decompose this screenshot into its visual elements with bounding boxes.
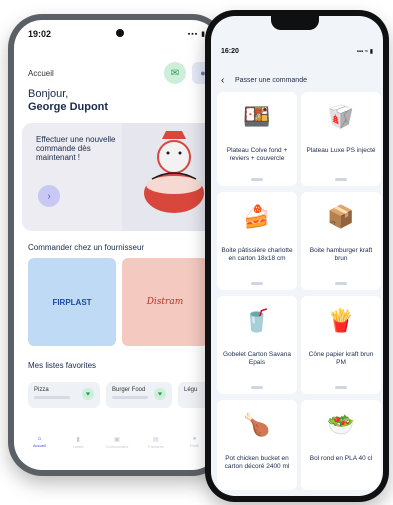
distram-logo: Distram <box>146 297 184 307</box>
document-icon: ▤ <box>152 436 159 443</box>
product-card[interactable]: 🍗 Pot chicken bucket en carton décoré 24… <box>217 400 297 490</box>
supplier-card-firplast[interactable]: FIRPLAST <box>28 258 116 346</box>
bookmark-icon: ▮ <box>76 436 80 443</box>
product-card[interactable]: 🍟 Cône papier kraft brun PM <box>301 296 381 394</box>
favorite-subtitle <box>34 396 70 399</box>
favorite-list-item[interactable]: Pizza ♥ <box>28 382 100 408</box>
notch <box>271 16 319 30</box>
product-name: Cône papier kraft brun PM <box>308 351 374 366</box>
status-icons: ▪▪▪ ▮ <box>187 31 206 38</box>
product-card[interactable]: 🥡 Plateau Luxe PS injecté <box>301 92 381 186</box>
page-title: Accueil <box>28 69 54 78</box>
product-name: Plateau Colve fond + reviers + couvercle <box>226 147 288 162</box>
favorite-list-item[interactable]: Burger Food ♥ <box>106 382 172 408</box>
product-unit <box>251 386 263 389</box>
product-unit <box>251 282 263 285</box>
status-time: 19:02 <box>28 29 52 39</box>
product-card[interactable]: 🥤 Gobelet Carton Savana Epais <box>217 296 297 394</box>
product-unit <box>335 282 347 285</box>
product-image: 🍰 <box>243 204 271 229</box>
product-image: 🥡 <box>327 104 355 129</box>
product-name: Plateau Luxe PS injecté <box>306 147 376 154</box>
android-screen: 19:02 ▪▪▪ ▮ Accueil ✉ ● Bonjour, George … <box>14 20 220 470</box>
tab-profile[interactable]: ● Profil <box>185 436 205 448</box>
supplier-card-distram[interactable]: Distram <box>122 258 208 346</box>
product-card[interactable]: 🍰 Boite pâtissière charlotte en carton 1… <box>217 192 297 290</box>
tab-lists[interactable]: ▮ Listes <box>68 436 88 449</box>
favorite-subtitle <box>112 396 148 399</box>
product-unit <box>335 178 347 181</box>
status-time: 16:20 <box>221 48 239 55</box>
tab-invoices[interactable]: ▤ Factures <box>146 436 166 449</box>
page-title: Passer une commande <box>235 77 307 84</box>
product-image: 🍟 <box>327 308 355 333</box>
product-name: Boite pâtissière charlotte en carton 18x… <box>221 247 293 262</box>
product-card[interactable]: 🥗 Bol rond en PLA 40 cl <box>301 400 381 490</box>
product-unit <box>251 178 263 181</box>
heart-icon[interactable]: ♥ <box>154 388 166 400</box>
product-image: 🍗 <box>243 412 271 437</box>
camera-icon <box>116 29 124 37</box>
banner-text: Effectuer une nouvelle commande dès main… <box>36 135 116 163</box>
favorite-label: Burger Food <box>112 387 146 393</box>
product-name: Gobelet Carton Savana Epais <box>223 351 291 366</box>
order-banner[interactable]: Effectuer une nouvelle commande dès main… <box>22 123 220 231</box>
status-icons: ▪▪▪ ≈ ▮ <box>356 49 373 55</box>
product-image: 🍱 <box>243 104 271 129</box>
product-name: Boite hamburger kraft brun <box>309 247 373 262</box>
tab-orders[interactable]: ▣ Commandes <box>106 436 129 449</box>
iphone-screen: 16:20 ▪▪▪ ≈ ▮ ‹ Passer une commande 🍱 Pl… <box>211 16 383 496</box>
chat-icon[interactable]: ✉ <box>164 62 186 84</box>
section-favorites-title: Mes listes favorites <box>28 361 97 370</box>
section-suppliers-title: Commander chez un fournisseur <box>28 243 145 252</box>
product-name: Pot chicken bucket en carton décoré 2400… <box>224 455 290 470</box>
greeting: Bonjour, <box>28 88 69 100</box>
product-name: Bol rond en PLA 40 cl <box>309 455 373 462</box>
firplast-logo: FIRPLAST <box>52 297 92 307</box>
home-icon: ⌂ <box>37 436 42 442</box>
iphone-frame: 16:20 ▪▪▪ ≈ ▮ ‹ Passer une commande 🍱 Pl… <box>205 10 389 502</box>
product-unit <box>335 386 347 389</box>
product-image: 📦 <box>327 204 355 229</box>
product-image: 🥤 <box>243 308 271 333</box>
favorite-label: Légu <box>184 387 198 393</box>
bag-icon: ▣ <box>114 436 120 443</box>
back-arrow-icon[interactable]: ‹ <box>221 75 224 86</box>
favorite-label: Pizza <box>34 387 49 393</box>
product-card[interactable]: 🍱 Plateau Colve fond + reviers + couverc… <box>217 92 297 186</box>
android-phone-frame: 19:02 ▪▪▪ ▮ Accueil ✉ ● Bonjour, George … <box>8 14 226 476</box>
user-icon: ● <box>192 436 197 442</box>
bottom-tab-bar: ⌂ Accueil ▮ Listes ▣ Commandes ▤ Factures ● P… <box>20 430 214 454</box>
product-image: 🥗 <box>327 412 355 437</box>
heart-icon[interactable]: ♥ <box>82 388 94 400</box>
chevron-right-icon[interactable]: › <box>38 185 60 207</box>
user-name: George Dupont <box>28 101 109 113</box>
product-card[interactable]: 📦 Boite hamburger kraft brun <box>301 192 381 290</box>
tab-home[interactable]: ⌂ Accueil <box>29 436 49 448</box>
